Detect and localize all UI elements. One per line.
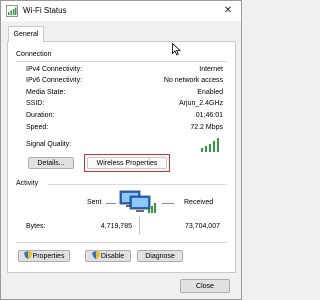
duration-value: 01:46:01 [195, 112, 223, 119]
uac-shield-icon [91, 251, 100, 259]
signal-bar [205, 146, 207, 152]
signal-quality-label: Signal Quality: [26, 141, 72, 148]
speed-value: 72.2 Mbps [190, 124, 223, 131]
wireless-properties-button[interactable]: Wireless Properties [87, 157, 167, 169]
duration-label: Duration: [26, 112, 55, 119]
title-bar[interactable]: Wi-Fi Status ✕ [1, 1, 241, 21]
disable-button-label: Disable [100, 253, 125, 260]
sent-label: Sent [87, 199, 102, 206]
uac-shield-icon [23, 251, 32, 259]
media-state-label: Media State: [26, 89, 66, 96]
close-button[interactable]: Close [180, 279, 230, 293]
ssid-value: Arjun_2.4GHz [179, 100, 223, 107]
activity-heading: Activity [16, 180, 39, 187]
ipv6-value: No network access [163, 77, 223, 84]
activity-divider [48, 184, 227, 185]
ipv4-label: IPv4 Connectivity: [26, 66, 83, 73]
bytes-separator [139, 216, 140, 234]
signal-bar [209, 144, 211, 152]
wifi-status-window: Wi-Fi Status ✕ General Connection IPv4 C… [0, 0, 242, 300]
properties-button[interactable]: Properties [18, 250, 70, 262]
signal-bar [217, 138, 219, 152]
buttons-divider [16, 242, 227, 243]
connection-divider [16, 61, 227, 62]
bytes-received-value: 73,704,007 [184, 223, 220, 230]
wifi-icon [6, 5, 18, 17]
ipv4-value: Internet [199, 66, 223, 73]
close-icon: ✕ [223, 5, 233, 16]
details-button[interactable]: Details... [28, 157, 74, 169]
mouse-pointer-icon [172, 43, 181, 56]
network-computers-icon [119, 190, 156, 213]
signal-bar [201, 148, 203, 152]
bytes-label: Bytes: [26, 223, 46, 230]
disable-button[interactable]: Disable [85, 250, 131, 262]
received-line [162, 203, 174, 204]
sent-line [106, 203, 116, 204]
signal-bar [213, 141, 215, 152]
bytes-sent-value: 4,719,785 [100, 223, 132, 230]
ipv6-label: IPv6 Connectivity: [26, 77, 83, 84]
ssid-label: SSID: [26, 100, 45, 107]
speed-label: Speed: [26, 124, 49, 131]
connection-heading: Connection [16, 51, 52, 58]
properties-button-label: Properties [32, 253, 65, 260]
media-state-value: Enabled [197, 89, 223, 96]
diagnose-button[interactable]: Diagnose [137, 250, 183, 262]
window-title: Wi-Fi Status [23, 6, 67, 15]
received-label: Received [184, 199, 214, 206]
signal-quality-icon [201, 138, 221, 152]
general-panel: Connection IPv4 Connectivity: Internet I… [7, 41, 236, 273]
tab-general[interactable]: General [8, 26, 44, 42]
close-window-button[interactable]: ✕ [221, 4, 235, 18]
